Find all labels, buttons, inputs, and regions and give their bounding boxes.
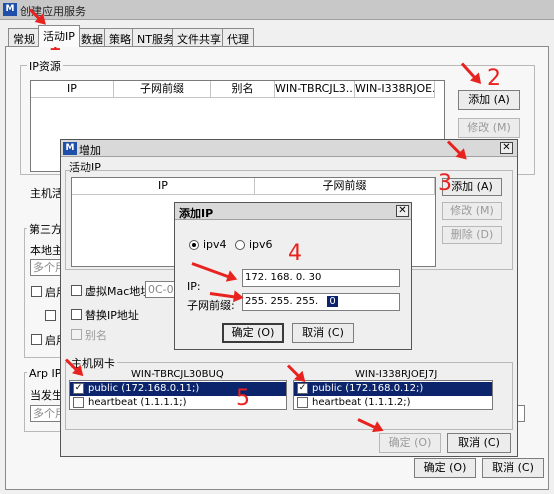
column-header-ip[interactable]: IP — [72, 178, 255, 195]
column-header-host2[interactable]: WIN-I338RJOE... — [355, 81, 435, 98]
list-item[interactable]: heartbeat (1.1.1.1;) — [70, 396, 286, 410]
ipv6-label: ipv6 — [249, 238, 273, 251]
replace-ip-label: 替换IP地址 — [85, 309, 139, 322]
ipv6-radio[interactable] — [235, 240, 245, 250]
virtual-mac-label: 虚拟Mac地址 — [85, 285, 152, 298]
annotation-3: 3 — [438, 171, 452, 196]
sub-checkbox[interactable] — [45, 310, 56, 321]
dialog-ok-button[interactable]: 确定 (O) — [379, 433, 441, 453]
alias-checkbox[interactable] — [71, 329, 82, 340]
ip-address-input[interactable]: 172. 168. 0. 30 — [242, 269, 400, 287]
ip-resource-group-label: IP资源 — [27, 58, 63, 74]
enable-checkbox-1[interactable] — [31, 286, 42, 297]
replace-ip-checkbox[interactable] — [71, 309, 82, 320]
nic-label: public (172.168.0.12;) — [312, 383, 424, 394]
checkbox[interactable] — [297, 397, 308, 408]
column-header-ip[interactable]: IP — [31, 81, 114, 98]
nic-label: public (172.168.0.11;) — [88, 383, 200, 394]
tab-active-ip[interactable]: 活动IP — [38, 25, 80, 47]
add-ip-dialog-title: 添加IP — [179, 207, 214, 220]
add-ip-dialog: 添加IP ✕ ipv4 ipv6 IP: 172. 168. 0. 30 子网前… — [174, 202, 412, 350]
app-logo-icon: M — [3, 3, 17, 16]
list-item[interactable]: ✓ public (172.168.0.11;) — [70, 382, 286, 396]
virtual-mac-checkbox[interactable] — [71, 285, 82, 296]
annotation-5: 5 — [236, 386, 250, 411]
host2-name: WIN-I338RJOEJ7J — [355, 369, 438, 380]
column-header-alias[interactable]: 别名 — [211, 81, 275, 98]
add-button[interactable]: 添加 (A) — [458, 90, 520, 110]
column-header-prefix[interactable]: 子网前缀 — [114, 81, 211, 98]
arp-when-label: 当发生 — [30, 389, 63, 402]
main-title-bar: M 创建应用服务 — [0, 0, 554, 20]
third-party-group-label: 第三方 — [27, 221, 64, 237]
main-ok-button[interactable]: 确定 (O) — [414, 458, 476, 478]
checkbox[interactable]: ✓ — [73, 383, 84, 394]
enable-checkbox-2[interactable] — [31, 334, 42, 345]
host1-name: WIN-TBRCJL30BUQ — [131, 369, 224, 380]
add-dialog-title: 增加 — [79, 144, 101, 157]
close-icon[interactable]: ✕ — [396, 205, 409, 217]
prefix-input[interactable]: 255. 255. 255. 0 — [242, 293, 400, 311]
annotation-2: 2 — [487, 66, 501, 91]
ipv4-label: ipv4 — [203, 238, 227, 251]
checkbox[interactable] — [73, 397, 84, 408]
prefix-last-octet[interactable]: 0 — [327, 296, 338, 307]
column-header-host1[interactable]: WIN-TBRCJL3... — [275, 81, 355, 98]
ipv4-radio[interactable] — [189, 240, 199, 250]
add-ip-ok-button[interactable]: 确定 (O) — [222, 323, 284, 343]
modify-button[interactable]: 修改 (M) — [458, 118, 520, 138]
local-host-input[interactable]: 多个用 — [30, 259, 62, 276]
app-logo-icon: M — [63, 142, 77, 155]
tab-file-share[interactable]: 文件共享 — [172, 28, 226, 46]
prefix-label: 子网前缀: — [187, 299, 235, 312]
column-header-prefix[interactable]: 子网前缀 — [255, 178, 435, 195]
mac-input[interactable]: 0C-09- — [145, 281, 175, 298]
add-ip-cancel-button[interactable]: 取消 (C) — [292, 323, 354, 343]
alias-label: 别名 — [85, 329, 107, 342]
dialog-delete-button[interactable]: 删除 (D) — [442, 226, 502, 244]
host-label: 主机活 — [30, 187, 63, 200]
host1-nic-list[interactable]: ✓ public (172.168.0.11;) heartbeat (1.1.… — [69, 380, 287, 410]
prefix-value: 255. 255. 255. — [245, 296, 319, 307]
tab-general[interactable]: 常规 — [8, 28, 40, 46]
arp-input[interactable]: 多个用 — [30, 405, 62, 422]
ip-label: IP: — [187, 280, 201, 293]
tab-proxy[interactable]: 代理 — [222, 28, 254, 46]
local-host-label: 本地主 — [30, 244, 63, 257]
dialog-modify-button[interactable]: 修改 (M) — [442, 202, 502, 220]
dialog-cancel-button[interactable]: 取消 (C) — [447, 433, 511, 453]
add-ip-dialog-title-bar: 添加IP ✕ — [175, 203, 411, 220]
host2-nic-list[interactable]: ✓ public (172.168.0.12;) heartbeat (1.1.… — [293, 380, 493, 410]
main-cancel-button[interactable]: 取消 (C) — [482, 458, 544, 478]
list-item[interactable]: ✓ public (172.168.0.12;) — [294, 382, 492, 396]
nic-label: heartbeat (1.1.1.1;) — [88, 397, 187, 408]
close-icon[interactable]: ✕ — [500, 142, 513, 154]
nic-label: heartbeat (1.1.1.2;) — [312, 397, 411, 408]
list-item[interactable]: heartbeat (1.1.1.2;) — [294, 396, 492, 410]
annotation-4: 4 — [288, 241, 302, 266]
